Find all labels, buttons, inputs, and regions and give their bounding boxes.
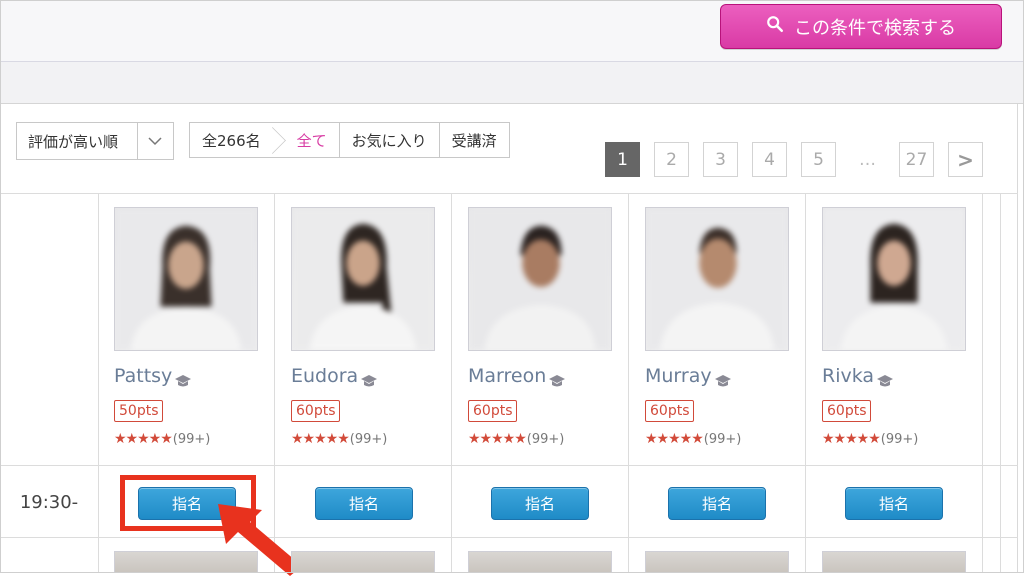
separator-band <box>0 62 1024 104</box>
teacher-photo[interactable] <box>822 207 966 351</box>
rating: ★★★★★ (99+) <box>822 431 918 447</box>
star-icons: ★★★★★ <box>645 431 704 447</box>
star-icons: ★★★★★ <box>468 431 527 447</box>
pagination: 1 2 3 4 5 … 27 > <box>605 142 983 177</box>
star-icons: ★★★★★ <box>291 431 350 447</box>
page-1[interactable]: 1 <box>605 142 640 177</box>
teacher-card: Eudora 60pts ★★★★★ (99+) <box>275 195 452 465</box>
page-2[interactable]: 2 <box>654 142 689 177</box>
star-icons: ★★★★★ <box>114 431 173 447</box>
teacher-name[interactable]: Pattsy <box>114 365 172 387</box>
grid-line <box>0 465 1018 466</box>
chevron-down-icon <box>136 123 173 159</box>
teacher-photo[interactable] <box>291 207 435 351</box>
page-3[interactable]: 3 <box>703 142 738 177</box>
book-button[interactable]: 指名 <box>491 487 589 520</box>
teacher-name[interactable]: Eudora <box>291 365 358 387</box>
review-count: (99+) <box>349 431 388 447</box>
filter-total: 全266名 <box>190 123 279 157</box>
rating: ★★★★★ (99+) <box>645 431 741 447</box>
book-button[interactable]: 指名 <box>845 487 943 520</box>
filter-taken[interactable]: 受講済 <box>438 123 509 157</box>
rating: ★★★★★ (99+) <box>114 431 210 447</box>
graduation-cap-icon <box>174 371 192 387</box>
graduation-cap-icon <box>360 371 378 387</box>
teacher-card: Rivka 60pts ★★★★★ (99+) <box>806 195 983 465</box>
graduation-cap-icon <box>876 371 894 387</box>
teacher-photo[interactable] <box>645 207 789 351</box>
review-count: (99+) <box>526 431 565 447</box>
filter-all[interactable]: 全て <box>279 123 339 157</box>
page-5[interactable]: 5 <box>801 142 836 177</box>
points-badge: 50pts <box>114 400 164 422</box>
next-row-photo <box>114 551 258 573</box>
book-button[interactable]: 指名 <box>315 487 413 520</box>
filter-tabs: 全266名 全て お気に入り 受講済 <box>189 122 510 158</box>
teacher-card: Pattsy 50pts ★★★★★ (99+) <box>98 195 275 465</box>
search-icon <box>766 15 784 38</box>
time-slot-label: 19:30- <box>19 491 79 513</box>
points-badge: 60pts <box>291 400 341 422</box>
points-badge: 60pts <box>468 400 518 422</box>
points-badge: 60pts <box>822 400 872 422</box>
teacher-name[interactable]: Murray <box>645 365 712 387</box>
sort-select[interactable]: 評価が高い順 <box>16 122 174 160</box>
next-row-photo <box>822 551 966 573</box>
graduation-cap-icon <box>714 371 732 387</box>
book-button[interactable]: 指名 <box>668 487 766 520</box>
search-button[interactable]: この条件で検索する <box>720 4 1002 49</box>
teacher-card: Marreon 60pts ★★★★★ (99+) <box>452 195 629 465</box>
rating: ★★★★★ (99+) <box>468 431 564 447</box>
rating: ★★★★★ (99+) <box>291 431 387 447</box>
filter-favorites[interactable]: お気に入り <box>338 123 439 157</box>
points-badge: 60pts <box>645 400 695 422</box>
teacher-name[interactable]: Marreon <box>468 365 546 387</box>
teacher-photo[interactable] <box>468 207 612 351</box>
review-count: (99+) <box>703 431 742 447</box>
graduation-cap-icon <box>548 371 566 387</box>
grid-line <box>0 537 1018 538</box>
grid-line <box>0 193 1018 194</box>
next-row-photo <box>468 551 612 573</box>
page-ellipsis: … <box>850 142 885 177</box>
sort-select-value: 評価が高い順 <box>28 132 119 151</box>
teacher-card: Murray 60pts ★★★★★ (99+) <box>629 195 806 465</box>
teacher-photo[interactable] <box>114 207 258 351</box>
page-4[interactable]: 4 <box>752 142 787 177</box>
next-row-photo <box>291 551 435 573</box>
search-button-label: この条件で検索する <box>794 17 956 39</box>
next-page-button[interactable]: > <box>948 142 983 177</box>
page-27[interactable]: 27 <box>899 142 934 177</box>
star-icons: ★★★★★ <box>822 431 881 447</box>
grid-line <box>1000 193 1001 573</box>
teacher-name[interactable]: Rivka <box>822 365 874 387</box>
next-row-photo <box>645 551 789 573</box>
review-count: (99+) <box>172 431 211 447</box>
review-count: (99+) <box>880 431 919 447</box>
search-area: この条件で検索する <box>0 0 1024 62</box>
